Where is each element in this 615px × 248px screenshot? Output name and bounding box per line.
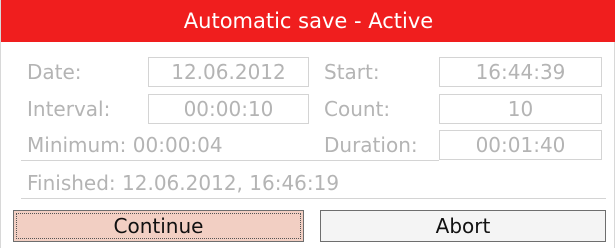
duration-label: Duration: <box>324 133 418 157</box>
abort-button-label: Abort <box>435 214 491 238</box>
separator-line <box>21 160 439 161</box>
minimum-text: Minimum: 00:00:04 <box>27 130 223 160</box>
duration-value: 00:01:40 <box>439 130 602 160</box>
count-label: Count: <box>324 97 391 121</box>
finished-status: Finished: 12.06.2012, 16:46:19 <box>27 171 340 195</box>
minimum-label: Minimum: <box>27 133 127 157</box>
count-value: 10 <box>439 94 602 124</box>
continue-button-label: Continue <box>113 214 204 238</box>
auto-save-dialog: Automatic save - Active Date: 12.06.2012… <box>0 0 615 248</box>
continue-button[interactable]: Continue <box>13 210 304 242</box>
date-label: Date: <box>27 60 82 84</box>
abort-button[interactable]: Abort <box>320 210 606 242</box>
interval-value: 00:00:10 <box>148 94 309 124</box>
start-label: Start: <box>324 60 380 84</box>
dialog-title: Automatic save - Active <box>1 0 615 42</box>
interval-label: Interval: <box>27 97 111 121</box>
minimum-value: 00:00:04 <box>132 133 223 157</box>
date-value: 12.06.2012 <box>148 57 309 87</box>
start-value: 16:44:39 <box>439 57 602 87</box>
separator-line <box>21 198 606 199</box>
